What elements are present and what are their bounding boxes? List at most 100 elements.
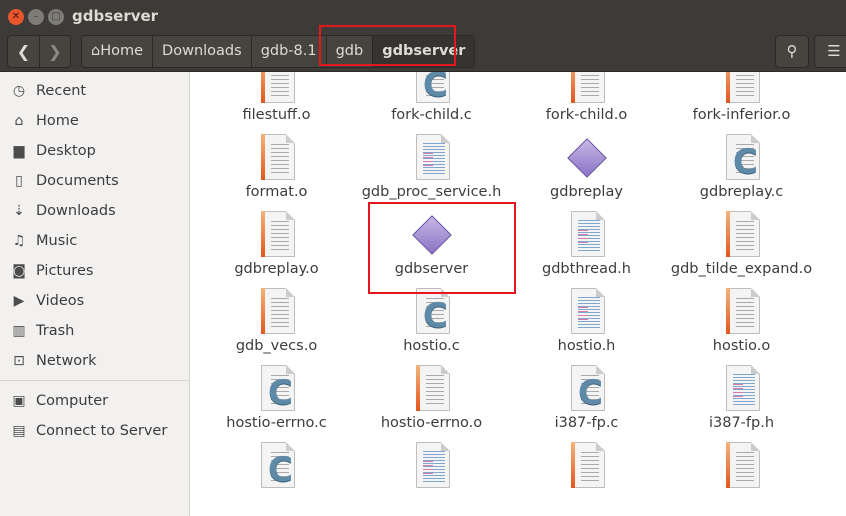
highlight-box xyxy=(319,25,456,66)
file-item[interactable]: gdb_vecs.o xyxy=(199,284,354,357)
folder-icon: ▆ xyxy=(13,143,25,159)
sidebar-item-computer[interactable]: ▣ Computer xyxy=(0,386,190,416)
close-button[interactable]: ✕ xyxy=(8,9,24,25)
window-title: gdbserver xyxy=(72,7,159,25)
server-icon: ▤ xyxy=(12,423,26,439)
trash-icon: ▥ xyxy=(12,323,26,339)
file-name xyxy=(667,492,817,511)
home-icon: ⌂ xyxy=(91,43,101,59)
file-name: gdbreplay.c xyxy=(699,184,784,200)
breadcrumb-gdb-8.1[interactable]: gdb-8.1 xyxy=(252,36,327,67)
toolbar: ❮ ❯ ⌂Home Downloads gdb-8.1 gdb gdbserve… xyxy=(0,25,846,72)
sidebar-item-desktop[interactable]: ▆ Desktop xyxy=(0,136,190,166)
file-item[interactable]: gdb_proc_service.h xyxy=(354,130,509,203)
sidebar-item-home[interactable]: ⌂ Home xyxy=(0,106,190,136)
file-item[interactable]: hostio.o xyxy=(664,284,819,357)
breadcrumb-downloads[interactable]: Downloads xyxy=(153,36,252,67)
file-item[interactable]: format.o xyxy=(199,130,354,203)
file-name: gdb_vecs.o xyxy=(235,338,318,354)
file-name: format.o xyxy=(245,184,308,200)
download-icon: ⇣ xyxy=(13,203,25,219)
file-item[interactable]: i387-fp.h xyxy=(664,361,819,434)
sidebar-item-downloads[interactable]: ⇣ Downloads xyxy=(0,196,190,226)
file-item[interactable]: hostio-errno.o xyxy=(354,361,509,434)
video-icon: ▶ xyxy=(13,293,25,309)
file-item[interactable]: hostio.h xyxy=(509,284,664,357)
file-item[interactable]: Chostio-errno.c xyxy=(199,361,354,434)
search-icon[interactable]: ⚲ xyxy=(775,35,809,68)
header-file-icon xyxy=(408,440,456,492)
file-name: hostio.o xyxy=(712,338,771,354)
object-file-icon xyxy=(718,286,766,338)
file-item[interactable]: C xyxy=(199,438,354,511)
object-file-icon xyxy=(253,286,301,338)
c-source-icon: C xyxy=(718,132,766,184)
sidebar-item-music[interactable]: ♫ Music xyxy=(0,226,190,256)
object-file-icon xyxy=(718,72,766,107)
file-item[interactable] xyxy=(664,438,819,511)
file-item[interactable]: Cfork-child.c xyxy=(354,72,509,126)
file-name: hostio.c xyxy=(403,338,460,354)
header-file-icon xyxy=(718,363,766,415)
file-item[interactable]: filestuff.o xyxy=(199,72,354,126)
minimize-button[interactable]: – xyxy=(28,9,44,25)
object-file-icon xyxy=(718,440,766,492)
header-file-icon xyxy=(563,286,611,338)
sidebar-item-label: Computer xyxy=(36,393,109,409)
sidebar-item-label: Home xyxy=(36,113,79,129)
file-item[interactable]: Cgdbreplay.c xyxy=(664,130,819,203)
file-item[interactable] xyxy=(509,438,664,511)
file-name xyxy=(357,492,507,511)
document-icon: ▯ xyxy=(15,173,23,189)
file-item[interactable]: gdbreplay.o xyxy=(199,207,354,280)
sidebar-item-label: Recent xyxy=(36,83,87,99)
computer-icon: ▣ xyxy=(12,393,26,409)
file-name: hostio.h xyxy=(557,338,616,354)
clock-icon: ◷ xyxy=(12,83,26,99)
sidebar-item-videos[interactable]: ▶ Videos xyxy=(0,286,190,316)
file-item[interactable]: fork-child.o xyxy=(509,72,664,126)
chevron-left-icon[interactable]: ❮ xyxy=(8,36,39,67)
sidebar-item-pictures[interactable]: ◙ Pictures xyxy=(0,256,190,286)
file-item[interactable] xyxy=(354,438,509,511)
file-item[interactable]: gdb_tilde_expand.o xyxy=(664,207,819,280)
c-source-icon: C xyxy=(253,440,301,492)
object-file-icon xyxy=(253,209,301,261)
file-view: filestuff.o Cfork-child.c fork-child.o fork… xyxy=(192,72,846,516)
file-name: fork-child.o xyxy=(545,107,628,123)
sidebar-item-label: Downloads xyxy=(36,203,116,219)
c-source-icon: C xyxy=(253,363,301,415)
home-icon: ⌂ xyxy=(14,113,24,129)
sidebar-item-trash[interactable]: ▥ Trash xyxy=(0,316,190,346)
sidebar-item-label: Videos xyxy=(36,293,85,309)
header-file-icon xyxy=(408,132,456,184)
network-icon: ⊡ xyxy=(13,353,25,369)
list-view-icon[interactable]: ☰ xyxy=(814,35,846,68)
sidebar-item-connect-to-server[interactable]: ▤ Connect to Server xyxy=(0,416,190,446)
sidebar-item-recent[interactable]: ◷ Recent xyxy=(0,76,190,106)
sidebar-item-label: Network xyxy=(36,353,97,369)
file-item[interactable]: Chostio.c xyxy=(354,284,509,357)
file-item[interactable]: Ci387-fp.c xyxy=(509,361,664,434)
file-item[interactable]: gdbreplay xyxy=(509,130,664,203)
object-file-icon xyxy=(718,209,766,261)
sidebar-divider xyxy=(0,380,190,381)
breadcrumb-home[interactable]: ⌂Home xyxy=(82,36,154,67)
maximize-button[interactable]: □ xyxy=(48,9,64,25)
sidebar-item-network[interactable]: ⊡ Network xyxy=(0,346,190,376)
chevron-right-icon[interactable]: ❯ xyxy=(38,36,70,67)
executable-icon xyxy=(563,132,611,184)
file-name: filestuff.o xyxy=(242,107,311,123)
file-name: gdbthread.h xyxy=(542,261,631,277)
file-item[interactable]: gdbthread.h xyxy=(509,207,664,280)
file-name: fork-inferior.o xyxy=(692,107,791,123)
c-source-icon: C xyxy=(563,363,611,415)
sidebar-item-documents[interactable]: ▯ Documents xyxy=(0,166,190,196)
file-name xyxy=(512,492,662,511)
file-item[interactable]: fork-inferior.o xyxy=(664,72,819,126)
file-name: gdb_tilde_expand.o xyxy=(670,261,813,277)
file-name xyxy=(202,492,352,511)
file-name: gdbreplay xyxy=(550,184,623,200)
file-name: gdbreplay.o xyxy=(234,261,319,277)
object-file-icon xyxy=(253,72,301,107)
